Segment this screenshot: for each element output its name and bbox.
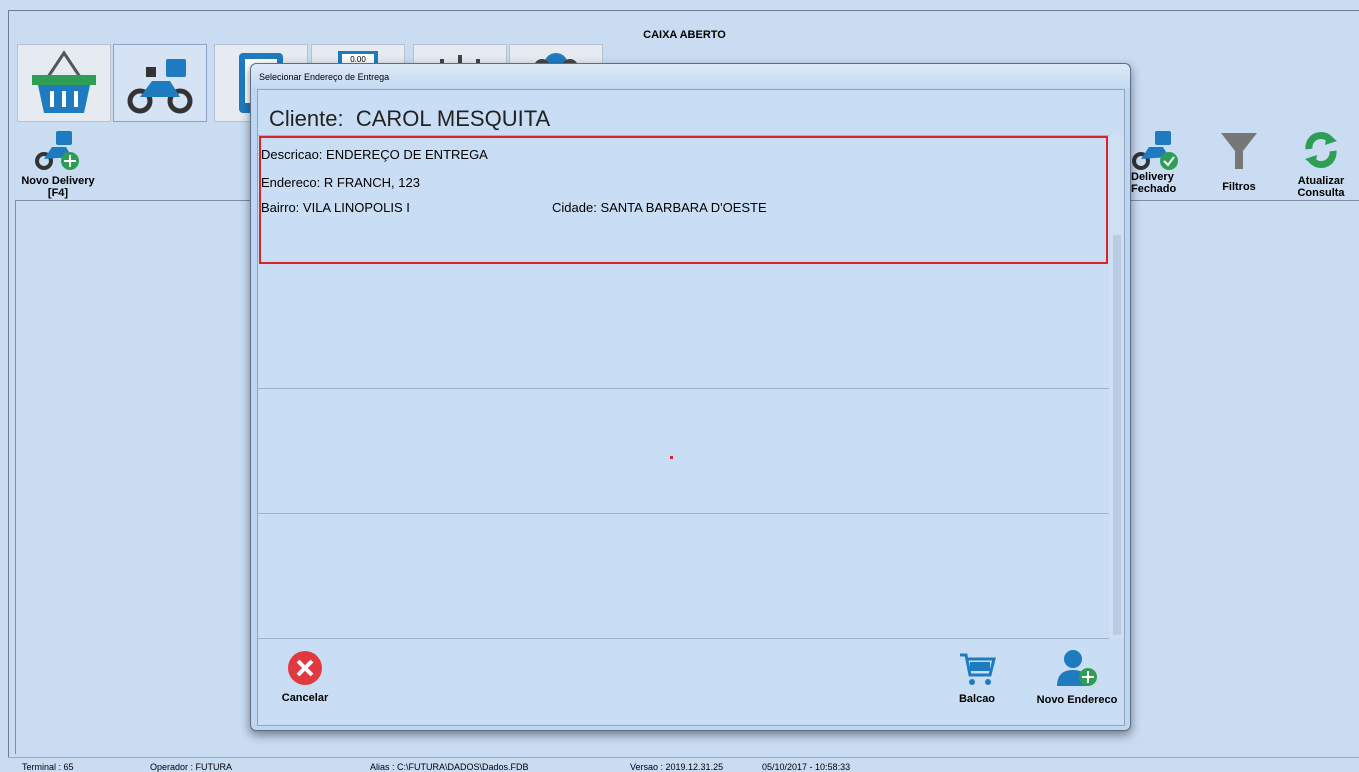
bairro-value: VILA LINOPOLIS I xyxy=(302,200,410,215)
dialog-body: Cliente: CAROL MESQUITA Descricao: ENDER… xyxy=(257,89,1125,726)
address-list-scrollbar[interactable] xyxy=(1110,135,1124,638)
atualizar-consulta-button[interactable]: Atualizar Consulta xyxy=(1289,129,1353,199)
novo-endereco-label: Novo Endereco xyxy=(1036,694,1118,706)
novo-endereco-button[interactable]: Novo Endereco xyxy=(1032,648,1122,706)
address-card-empty[interactable] xyxy=(258,389,1109,514)
novo-delivery-shortcut: [F4] xyxy=(47,187,69,199)
add-user-icon xyxy=(1057,650,1097,686)
address-card-selected[interactable]: Descricao: ENDEREÇO DE ENTREGA Endereco:… xyxy=(259,136,1108,264)
novo-delivery-label: Novo Delivery xyxy=(21,175,95,187)
statusbar: Terminal : 65 Operador : FUTURA Alias : … xyxy=(8,757,1359,772)
refresh-icon xyxy=(1305,132,1337,168)
descricao-label: Descricao: xyxy=(261,147,323,162)
atualizar-label-1: Atualizar xyxy=(1297,175,1345,187)
endereco-value: R FRANCH, 123 xyxy=(323,175,420,190)
loading-indicator xyxy=(670,456,673,459)
atualizar-label-2: Consulta xyxy=(1297,187,1345,199)
novo-delivery-button[interactable]: Novo Delivery [F4] xyxy=(13,129,103,199)
dialog-titlebar[interactable]: Selecionar Endereço de Entrega xyxy=(251,64,1130,88)
delivery-closed-icon xyxy=(1132,131,1178,170)
cancelar-label: Cancelar xyxy=(281,692,329,704)
endereco-label: Endereco: xyxy=(261,175,321,190)
address-list: Descricao: ENDEREÇO DE ENTREGA Endereco:… xyxy=(258,135,1109,639)
window-title: CAIXA ABERTO xyxy=(643,29,726,41)
shopping-cart-icon xyxy=(960,653,996,685)
address-card-empty[interactable] xyxy=(258,264,1109,389)
cidade-label: Cidade: xyxy=(552,200,597,215)
tab-delivery[interactable] xyxy=(113,44,207,122)
cancel-icon xyxy=(288,651,322,685)
dialog-title: Selecionar Endereço de Entrega xyxy=(259,72,390,82)
client-name: CAROL MESQUITA xyxy=(355,106,551,131)
delivery-fechado-label-1: Delivery xyxy=(1131,171,1174,183)
filtros-button[interactable]: Filtros xyxy=(1209,129,1269,193)
cancelar-button[interactable]: Cancelar xyxy=(278,650,332,704)
bairro-label: Bairro: xyxy=(261,200,300,215)
address-card-empty[interactable] xyxy=(258,514,1109,639)
cidade-line: Cidade: SANTA BARBARA D'OESTE xyxy=(552,200,767,215)
select-address-dialog: Selecionar Endereço de Entrega Cliente: … xyxy=(250,63,1131,731)
balcao-label: Balcao xyxy=(958,693,996,705)
delivery-fechado-button[interactable]: Delivery Fechado xyxy=(1131,129,1187,195)
delivery-fechado-label-2: Fechado xyxy=(1131,183,1177,195)
delivery-motorcycle-icon xyxy=(127,59,193,114)
balcao-button[interactable]: Balcao xyxy=(952,651,1002,705)
filtros-label: Filtros xyxy=(1222,181,1256,193)
client-label: Cliente: xyxy=(269,106,344,131)
endereco-line: Endereco: R FRANCH, 123 xyxy=(261,175,420,190)
bairro-line: Bairro: VILA LINOPOLIS I xyxy=(261,200,410,215)
descricao-value: ENDEREÇO DE ENTREGA xyxy=(326,147,488,162)
scrollbar-thumb[interactable] xyxy=(1113,235,1121,635)
tab-sales-basket[interactable] xyxy=(17,44,111,122)
filter-icon xyxy=(1221,133,1257,169)
delivery-add-icon xyxy=(35,131,79,170)
client-line: Cliente: CAROL MESQUITA xyxy=(269,106,550,132)
descricao-line: Descricao: ENDEREÇO DE ENTREGA xyxy=(261,147,488,162)
cidade-value: SANTA BARBARA D'OESTE xyxy=(600,200,767,215)
basket-icon xyxy=(32,50,96,113)
